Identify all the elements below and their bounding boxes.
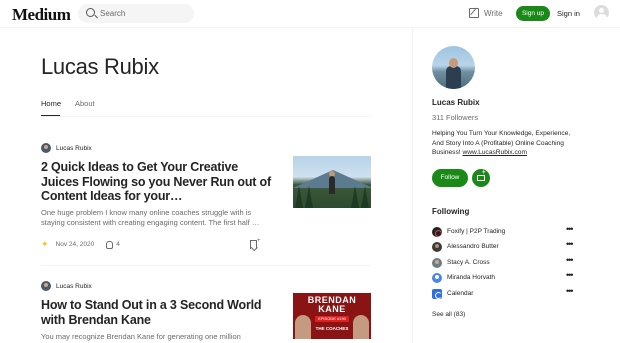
thumbnail-subtitle: THE COACHES [315,326,349,331]
following-name[interactable]: Miranda Horvath [447,274,495,281]
following-name[interactable]: Stacy A. Cross [447,259,490,266]
thumbnail-tree [295,186,303,208]
author-avatar [41,281,51,291]
following-item[interactable]: Calendar ••• [432,286,577,300]
more-options-icon[interactable]: ••• [566,239,574,249]
signin-link[interactable]: Sign in [557,9,580,18]
following-avatar [432,227,442,237]
avatar-body [446,66,461,89]
post-card[interactable]: Lucas Rubix How to Stand Out in a 3 Seco… [41,281,371,343]
signup-button[interactable]: Sign up [516,6,550,21]
follow-button[interactable]: Follow [432,169,468,187]
post-author-name: Lucas Rubix [56,282,92,290]
more-options-icon[interactable]: ••• [566,270,574,280]
more-options-icon[interactable]: ••• [566,286,574,296]
subscribe-button[interactable] [472,169,490,187]
thumbnail-tree [361,186,369,208]
post-author[interactable]: Lucas Rubix [41,281,92,291]
write-label: Write [484,8,503,18]
thumbnail-person [329,176,335,194]
following-avatar [432,242,442,252]
post-meta: ✦ Nov 24, 2020 4 [41,239,120,250]
post-author[interactable]: Lucas Rubix [41,143,92,153]
following-item[interactable]: Foxify | P2P Trading ••• [432,224,577,238]
search-input[interactable] [100,7,188,20]
user-avatar-icon[interactable] [594,5,609,20]
bookmark-icon[interactable]: + [250,238,261,249]
search-icon [86,8,95,17]
calendar-logo-icon [432,289,442,299]
profile-avatar[interactable] [432,46,475,89]
avatar-head [449,58,458,68]
following-name[interactable]: Foxify | P2P Trading [447,228,505,235]
write-button[interactable]: Write [469,8,503,18]
page-title: Lucas Rubix [41,54,159,79]
thumbnail-tree [305,186,313,208]
sidebar-divider [412,28,413,343]
post-excerpt[interactable]: One huge problem I know many online coac… [41,208,273,227]
post-date: Nov 24, 2020 [55,241,95,248]
following-item[interactable]: Alessandro Butter ••• [432,239,577,253]
medium-logo[interactable]: Medium [12,5,71,25]
more-options-icon[interactable]: ••• [566,255,574,265]
top-nav: Medium Write Sign up Sign in [0,0,620,28]
thumbnail-tree [351,186,359,208]
thumbnail-episode: EPISODE #190 [315,316,349,322]
followers-count[interactable]: 311 Followers [432,113,478,122]
profile-tabs: Home About [41,93,370,117]
post-thumbnail[interactable] [293,156,371,208]
thumbnail-name: BRENDAN KANE [307,295,357,314]
member-star-icon: ✦ [41,239,49,249]
see-all-link[interactable]: See all (83) [432,311,465,318]
author-avatar [41,143,51,153]
bio-link[interactable]: www.LucasRubix.com [462,149,527,156]
clap-icon[interactable] [106,240,114,249]
tab-home[interactable]: Home [41,99,61,108]
following-name[interactable]: Calendar [447,290,473,297]
tab-about[interactable]: About [75,99,95,108]
following-avatar [432,258,442,268]
following-item[interactable]: Stacy A. Cross ••• [432,255,577,269]
following-item[interactable]: Miranda Horvath ••• [432,270,577,284]
profile-bio: Helping You Turn Your Knowledge, Experie… [432,129,582,158]
profile-name[interactable]: Lucas Rubix [432,98,480,107]
clap-count: 4 [116,241,120,248]
search-box[interactable] [78,4,194,23]
post-title[interactable]: How to Stand Out in a 3 Second World wit… [41,298,273,327]
post-divider [41,265,370,266]
post-card[interactable]: Lucas Rubix 2 Quick Ideas to Get Your Cr… [41,143,371,266]
following-name[interactable]: Alessandro Butter [447,243,499,250]
following-avatar [432,273,442,283]
subscribe-mail-icon [477,170,486,181]
write-icon [469,8,479,18]
following-heading: Following [432,207,470,216]
more-options-icon[interactable]: ••• [566,224,574,234]
post-author-name: Lucas Rubix [56,144,92,152]
post-thumbnail[interactable]: BRENDAN KANE EPISODE #190 THE COACHES [293,293,371,339]
post-excerpt[interactable]: You may recognize Brendan Kane for gener… [41,332,273,342]
post-title[interactable]: 2 Quick Ideas to Get Your Creative Juice… [41,160,273,204]
active-tab-indicator [41,115,60,116]
